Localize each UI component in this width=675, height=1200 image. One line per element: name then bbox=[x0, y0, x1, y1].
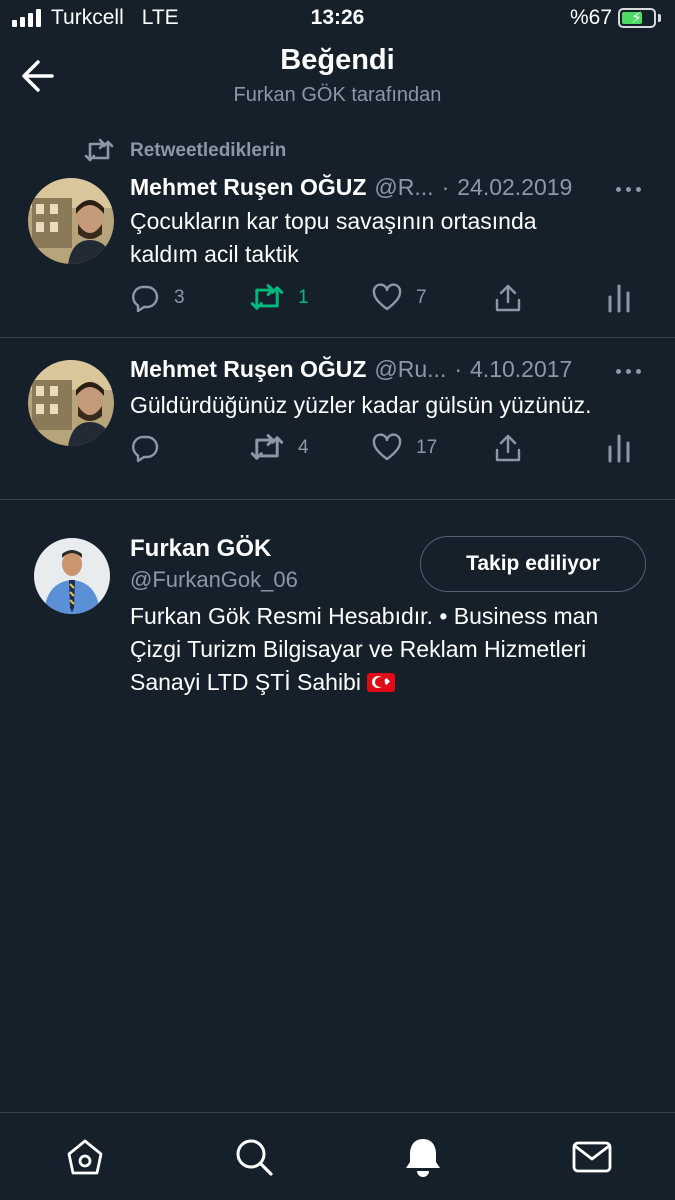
share-icon bbox=[495, 434, 521, 462]
analytics-button[interactable] bbox=[606, 433, 632, 463]
retweet-icon bbox=[250, 284, 284, 310]
share-icon bbox=[495, 284, 521, 312]
separator-dot: · bbox=[454, 356, 463, 382]
bottom-nav bbox=[0, 1112, 675, 1200]
page-title: Beğendi bbox=[280, 44, 395, 76]
following-button[interactable]: Takip ediliyor bbox=[420, 536, 646, 592]
tweet-avatar[interactable] bbox=[28, 360, 114, 446]
tweet-divider bbox=[0, 337, 675, 338]
user-bio-line: Furkan Gök Resmi Hesabıdır. • Business m… bbox=[130, 603, 599, 629]
tweet-header: Mehmet Ruşen OĞUZ @R... · 24.02.2019 bbox=[130, 174, 600, 201]
share-button[interactable] bbox=[493, 283, 523, 313]
tweet-text-line: Çocukların kar topu savaşının ortasında bbox=[130, 208, 537, 234]
tweet-text[interactable]: Çocukların kar topu savaşının ortasında … bbox=[130, 205, 650, 271]
reply-button[interactable]: 3 bbox=[130, 283, 185, 313]
like-button[interactable]: 7 bbox=[372, 283, 427, 313]
reply-icon bbox=[132, 435, 159, 463]
like-count: 7 bbox=[416, 287, 427, 308]
retweet-context-label: Retweetlediklerin bbox=[130, 140, 287, 161]
page-subtitle: Furkan GÖK tarafından bbox=[233, 84, 442, 106]
tweet-date[interactable]: 24.02.2019 bbox=[457, 174, 572, 201]
analytics-icon bbox=[608, 434, 630, 463]
status-bar-right: %67 ⚡ bbox=[570, 6, 661, 30]
heart-icon bbox=[372, 433, 402, 461]
analytics-icon bbox=[608, 284, 630, 313]
tweet-header: Mehmet Ruşen OĞUZ @Ru... · 4.10.2017 bbox=[130, 356, 600, 383]
user-bio-line: Sanayi LTD ŞTİ Sahibi bbox=[130, 666, 650, 699]
notifications-icon[interactable] bbox=[401, 1135, 445, 1179]
status-bar: Turkcell LTE 13:26 %67 ⚡ bbox=[0, 0, 675, 40]
user-handle[interactable]: @FurkanGok_06 bbox=[130, 567, 298, 593]
search-icon[interactable] bbox=[232, 1135, 276, 1179]
share-button[interactable] bbox=[493, 433, 523, 463]
tweet-divider bbox=[0, 499, 675, 500]
tweet-avatar[interactable] bbox=[28, 178, 114, 264]
reply-count: 3 bbox=[174, 287, 185, 308]
retweet-count: 1 bbox=[298, 287, 309, 308]
separator-dot: · bbox=[441, 174, 450, 200]
retweet-button[interactable]: 1 bbox=[250, 283, 309, 313]
retweet-count: 4 bbox=[298, 437, 309, 458]
like-count: 17 bbox=[416, 437, 438, 458]
user-avatar[interactable] bbox=[34, 538, 110, 614]
tweet-text-line: Güldürdüğünüz yüzler kadar gülsün yüzünü… bbox=[130, 392, 592, 418]
tweet-text[interactable]: Güldürdüğünüz yüzler kadar gülsün yüzünü… bbox=[130, 389, 660, 422]
heart-icon bbox=[372, 283, 402, 311]
user-name[interactable]: Furkan GÖK bbox=[130, 535, 271, 563]
tweet-text-line: kaldım acil taktik bbox=[130, 241, 299, 267]
analytics-button[interactable] bbox=[606, 283, 632, 313]
tweet-author-handle[interactable]: @Ru... bbox=[374, 356, 446, 383]
reply-icon bbox=[132, 285, 159, 313]
retweet-icon bbox=[250, 434, 284, 460]
battery-percent: %67 bbox=[569, 6, 612, 29]
home-icon[interactable] bbox=[63, 1135, 107, 1179]
tweet-author-name[interactable]: Mehmet Ruşen OĞUZ bbox=[130, 356, 366, 383]
tweet-author-name[interactable]: Mehmet Ruşen OĞUZ bbox=[130, 174, 366, 201]
retweet-icon bbox=[84, 138, 114, 162]
more-options-icon[interactable] bbox=[616, 366, 646, 376]
user-bio: Furkan Gök Resmi Hesabıdır. • Business m… bbox=[130, 600, 650, 699]
user-bio-line-text: Sanayi LTD ŞTİ Sahibi bbox=[130, 669, 361, 695]
battery-icon: ⚡ bbox=[618, 8, 656, 28]
battery-cap bbox=[658, 14, 661, 22]
tweet-author-handle[interactable]: @R... bbox=[374, 174, 433, 201]
reply-button[interactable] bbox=[130, 433, 174, 463]
user-bio-line: Çizgi Turizm Bilgisayar ve Reklam Hizmet… bbox=[130, 636, 587, 662]
retweet-context[interactable]: Retweetlediklerin bbox=[84, 138, 286, 164]
retweet-button[interactable]: 4 bbox=[250, 433, 309, 463]
turkey-flag-icon bbox=[366, 673, 395, 692]
more-options-icon[interactable] bbox=[616, 184, 646, 194]
like-button[interactable]: 17 bbox=[372, 433, 437, 463]
messages-icon[interactable] bbox=[570, 1135, 614, 1179]
tweet-date[interactable]: 4.10.2017 bbox=[470, 356, 572, 383]
